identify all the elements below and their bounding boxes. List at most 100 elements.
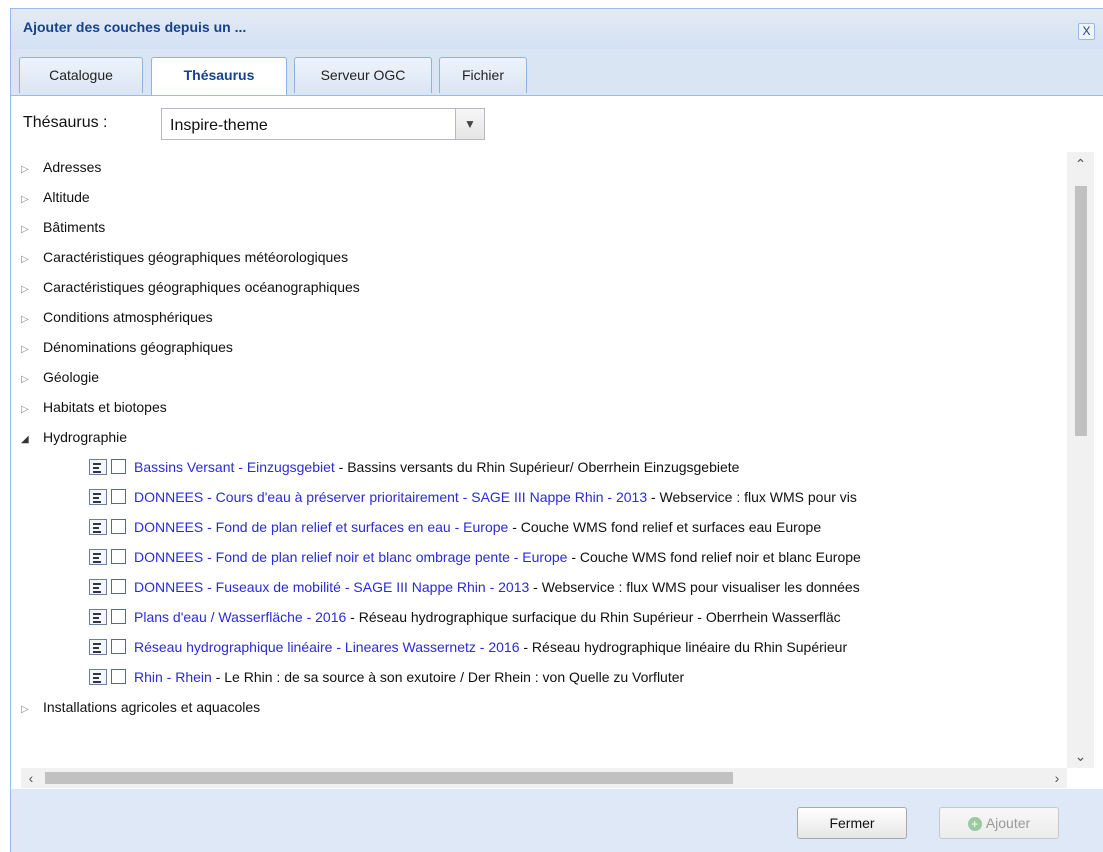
collapsed-triangle-icon[interactable]: ▷: [21, 185, 43, 215]
layer-item: Plans d'eau / Wasserfläche - 2016 - Rése…: [21, 602, 1067, 632]
vertical-scrollbar[interactable]: ⌃ ⌄: [1067, 152, 1094, 768]
layer-text: Réseau hydrographique linéaire - Lineare…: [134, 632, 847, 662]
scroll-right-icon[interactable]: ›: [1047, 768, 1067, 788]
layer-metadata-icon[interactable]: [89, 489, 107, 505]
thesaurus-select[interactable]: Inspire-theme ▼: [161, 108, 485, 140]
layer-item: DONNEES - Fuseaux de mobilité - SAGE III…: [21, 572, 1067, 602]
vertical-scroll-thumb[interactable]: [1075, 186, 1087, 436]
layer-title-link[interactable]: DONNEES - Fond de plan relief noir et bl…: [134, 549, 567, 565]
layer-item: Bassins Versant - Einzugsgebiet - Bassin…: [21, 452, 1067, 482]
layer-title-link[interactable]: DONNEES - Cours d'eau à préserver priori…: [134, 489, 647, 505]
layer-checkbox[interactable]: [111, 639, 126, 654]
layer-checkbox[interactable]: [111, 549, 126, 564]
layer-metadata-icon[interactable]: [89, 519, 107, 535]
collapsed-triangle-icon[interactable]: ▷: [21, 695, 43, 725]
layer-text: Rhin - Rhein - Le Rhin : de sa source à …: [134, 662, 684, 692]
layer-title-link[interactable]: Rhin - Rhein: [134, 669, 212, 685]
tab-catalogue[interactable]: Catalogue: [19, 57, 143, 93]
layer-title-link[interactable]: DONNEES - Fond de plan relief et surface…: [134, 519, 508, 535]
collapsed-triangle-icon[interactable]: ▷: [21, 245, 43, 275]
chevron-down-icon[interactable]: ▼: [455, 109, 484, 139]
layer-item: DONNEES - Cours d'eau à préserver priori…: [21, 482, 1067, 512]
layer-text: DONNEES - Fond de plan relief noir et bl…: [134, 542, 861, 572]
horizontal-scrollbar[interactable]: ‹ ›: [21, 768, 1067, 788]
scroll-left-icon[interactable]: ‹: [21, 768, 41, 788]
tree-category-label: Géologie: [43, 369, 100, 385]
tree-category-label: Hydrographie: [43, 429, 128, 445]
layer-description: - Webservice : flux WMS pour visualiser …: [529, 579, 860, 595]
close-icon[interactable]: X: [1078, 23, 1095, 40]
collapsed-triangle-icon[interactable]: ▷: [21, 305, 43, 335]
tree-category-habitats-et-biotopes[interactable]: ▷ Habitats et biotopes: [21, 392, 167, 422]
layer-checkbox[interactable]: [111, 489, 126, 504]
thesaurus-tree: ▷ Adresses ▷ Altitude ▷ Bâtiments ▷ Caractérist…: [21, 152, 1103, 768]
layer-description: - Bassins versants du Rhin Supérieur/ Ob…: [334, 459, 740, 475]
collapsed-triangle-icon[interactable]: ▷: [21, 215, 43, 245]
dialog-titlebar[interactable]: Ajouter des couches depuis un ... X: [11, 9, 1103, 50]
tab-fichier[interactable]: Fichier: [439, 57, 527, 93]
thesaurus-label: Thésaurus :: [23, 114, 108, 131]
tree-category-altitude[interactable]: ▷ Altitude: [21, 182, 90, 212]
tree-category-label: Dénominations géographiques: [43, 339, 233, 355]
layer-item: Rhin - Rhein - Le Rhin : de sa source à …: [21, 662, 1067, 692]
layer-metadata-icon[interactable]: [89, 669, 107, 685]
tab-serveur-ogc[interactable]: Serveur OGC: [294, 57, 432, 93]
layer-metadata-icon[interactable]: [89, 639, 107, 655]
collapsed-triangle-icon[interactable]: ▷: [21, 365, 43, 395]
layer-metadata-icon[interactable]: [89, 459, 107, 475]
layer-text: DONNEES - Cours d'eau à préserver priori…: [134, 482, 857, 512]
layer-title-link[interactable]: Bassins Versant - Einzugsgebiet: [134, 459, 335, 475]
layer-checkbox[interactable]: [111, 519, 126, 534]
expanded-triangle-icon[interactable]: ◢: [21, 425, 43, 455]
collapsed-triangle-icon[interactable]: ▷: [21, 275, 43, 305]
layer-title-link[interactable]: DONNEES - Fuseaux de mobilité - SAGE III…: [134, 579, 529, 595]
tree-category-batiments[interactable]: ▷ Bâtiments: [21, 212, 105, 242]
layer-description: - Réseau hydrographique linéaire du Rhin…: [519, 639, 848, 655]
tree-category-conditions-atmospheriques[interactable]: ▷ Conditions atmosphériques: [21, 302, 213, 332]
close-button[interactable]: Fermer: [797, 807, 907, 839]
collapsed-triangle-icon[interactable]: ▷: [21, 335, 43, 365]
layer-checkbox[interactable]: [111, 579, 126, 594]
tree-category-label: Conditions atmosphériques: [43, 309, 213, 325]
layer-metadata-icon[interactable]: [89, 549, 107, 565]
layer-metadata-icon[interactable]: [89, 579, 107, 595]
tree-category-label: Caractéristiques géographiques océanogra…: [43, 279, 360, 295]
tree-category-hydrographie[interactable]: ◢ Hydrographie: [21, 422, 127, 452]
tree-category-installations-agricoles-et-aquacoles[interactable]: ▷ Installations agricoles et aquacoles: [21, 692, 260, 722]
layer-title-link[interactable]: Plans d'eau / Wasserfläche - 2016: [134, 609, 346, 625]
dialog-footer: Fermer + Ajouter: [11, 789, 1103, 852]
horizontal-scroll-thumb[interactable]: [45, 772, 733, 784]
collapsed-triangle-icon[interactable]: ▷: [21, 395, 43, 425]
tree-category-caracteristiques-geographiques-oceanographiques[interactable]: ▷ Caractéristiques géographiques océanogr…: [21, 272, 360, 302]
tree-category-denominations-geographiques[interactable]: ▷ Dénominations géographiques: [21, 332, 233, 362]
tab-bar: Catalogue Thésaurus Serveur OGC Fichier: [11, 49, 1103, 96]
tree-category-geologie[interactable]: ▷ Géologie: [21, 362, 99, 392]
layer-metadata-icon[interactable]: [89, 609, 107, 625]
add-button[interactable]: + Ajouter: [939, 807, 1059, 839]
scroll-up-icon[interactable]: ⌃: [1067, 152, 1094, 176]
tree-category-label: Habitats et biotopes: [43, 399, 167, 415]
thesaurus-panel: Thésaurus : Inspire-theme ▼ ▷ Adresses ▷ Al…: [11, 96, 1103, 852]
collapsed-triangle-icon[interactable]: ▷: [21, 155, 43, 185]
tab-thesaurus[interactable]: Thésaurus: [151, 57, 287, 95]
layer-description: - Webservice : flux WMS pour vis: [647, 489, 857, 505]
layer-checkbox[interactable]: [111, 669, 126, 684]
layer-text: Bassins Versant - Einzugsgebiet - Bassin…: [134, 452, 739, 482]
scroll-down-icon[interactable]: ⌄: [1067, 744, 1094, 768]
layer-item: Réseau hydrographique linéaire - Lineare…: [21, 632, 1067, 662]
layer-description: - Le Rhin : de sa source à son exutoire …: [211, 669, 685, 685]
tree-category-adresses[interactable]: ▷ Adresses: [21, 152, 101, 182]
add-button-label: Ajouter: [985, 815, 1031, 831]
layer-checkbox[interactable]: [111, 459, 126, 474]
plus-icon: +: [967, 817, 982, 832]
tree-category-caracteristiques-geographiques-meteorologiques[interactable]: ▷ Caractéristiques géographiques météorol…: [21, 242, 348, 272]
tree-category-label: Installations agricoles et aquacoles: [43, 699, 261, 715]
layer-item: DONNEES - Fond de plan relief et surface…: [21, 512, 1067, 542]
layer-text: Plans d'eau / Wasserfläche - 2016 - Rése…: [134, 602, 841, 632]
layer-text: DONNEES - Fuseaux de mobilité - SAGE III…: [134, 572, 860, 602]
add-layers-dialog: Ajouter des couches depuis un ... X Cata…: [10, 8, 1103, 852]
tree-category-label: Adresses: [43, 159, 102, 175]
layer-description: - Couche WMS fond relief et surfaces eau…: [508, 519, 822, 535]
layer-checkbox[interactable]: [111, 609, 126, 624]
layer-title-link[interactable]: Réseau hydrographique linéaire - Lineare…: [134, 639, 519, 655]
